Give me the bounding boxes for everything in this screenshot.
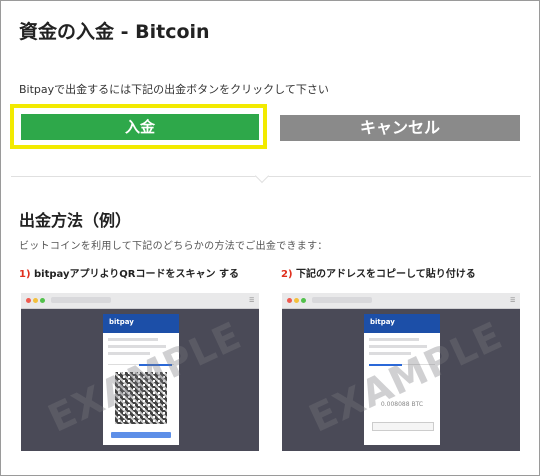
- bitpay-logo: bitpay: [370, 318, 395, 326]
- maximize-dot-icon: [40, 298, 45, 303]
- example-address-screenshot: ☰ bitpay 0.008088 BTC EXAMPLE: [282, 293, 520, 451]
- url-bar: [51, 297, 111, 303]
- invoice-line: [369, 338, 419, 341]
- invoice-panel: bitpay 0.008088 BTC: [364, 314, 440, 445]
- method-description: ビットコインを利用して下記のどちらかの方法でご出金できます：: [19, 241, 328, 252]
- method-title: 出金方法（例）: [19, 211, 132, 230]
- invoice-tab-active: [369, 364, 402, 366]
- browser-chrome: ☰: [21, 293, 259, 309]
- divider: [11, 176, 531, 177]
- minimize-dot-icon: [33, 298, 38, 303]
- close-dot-icon: [287, 298, 292, 303]
- url-bar: [312, 297, 372, 303]
- address-field: [372, 422, 434, 431]
- invoice-tab-active: [139, 364, 172, 366]
- deposit-dialog: 資金の入金 - Bitcoin Bitpayで出金するには下記の出金ボタンをクリ…: [0, 0, 540, 476]
- step-1-text: bitpayアプリよりQRコードをスキャン する: [34, 269, 239, 280]
- page-title: 資金の入金 - Bitcoin: [19, 21, 210, 43]
- example-qr-screenshot: ☰ bitpay EXAMPLE: [21, 293, 259, 451]
- invoice-line: [108, 338, 158, 341]
- invoice-amount: 0.008088 BTC: [380, 401, 424, 408]
- menu-icon: ☰: [249, 297, 255, 304]
- step-1-number: 1): [19, 269, 31, 280]
- invoice-line: [369, 345, 427, 348]
- instruction-text: Bitpayで出金するには下記の出金ボタンをクリックして下さい: [19, 83, 329, 96]
- invoice-header: bitpay: [364, 314, 440, 333]
- invoice-line: [108, 345, 166, 348]
- divider-notch: [254, 168, 270, 184]
- maximize-dot-icon: [301, 298, 306, 303]
- deposit-button[interactable]: 入金: [21, 114, 259, 140]
- bitpay-logo: bitpay: [109, 318, 134, 326]
- menu-icon: ☰: [510, 297, 516, 304]
- qr-code-pattern: [115, 372, 167, 424]
- invoice-header: bitpay: [103, 314, 179, 333]
- invoice-panel: bitpay: [103, 314, 179, 445]
- minimize-dot-icon: [294, 298, 299, 303]
- step-2-text: 下記のアドレスをコピーして貼り付ける: [296, 269, 476, 280]
- step-2-number: 2): [281, 269, 293, 280]
- step-2-label: 2) 下記のアドレスをコピーして貼り付ける: [281, 265, 476, 280]
- close-dot-icon: [26, 298, 31, 303]
- browser-chrome: ☰: [282, 293, 520, 309]
- cancel-button[interactable]: キャンセル: [280, 115, 520, 141]
- invoice-pay-button: [111, 432, 171, 438]
- invoice-line: [108, 352, 150, 355]
- invoice-line: [369, 352, 411, 355]
- step-1-label: 1) bitpayアプリよりQRコードをスキャン する: [19, 265, 239, 280]
